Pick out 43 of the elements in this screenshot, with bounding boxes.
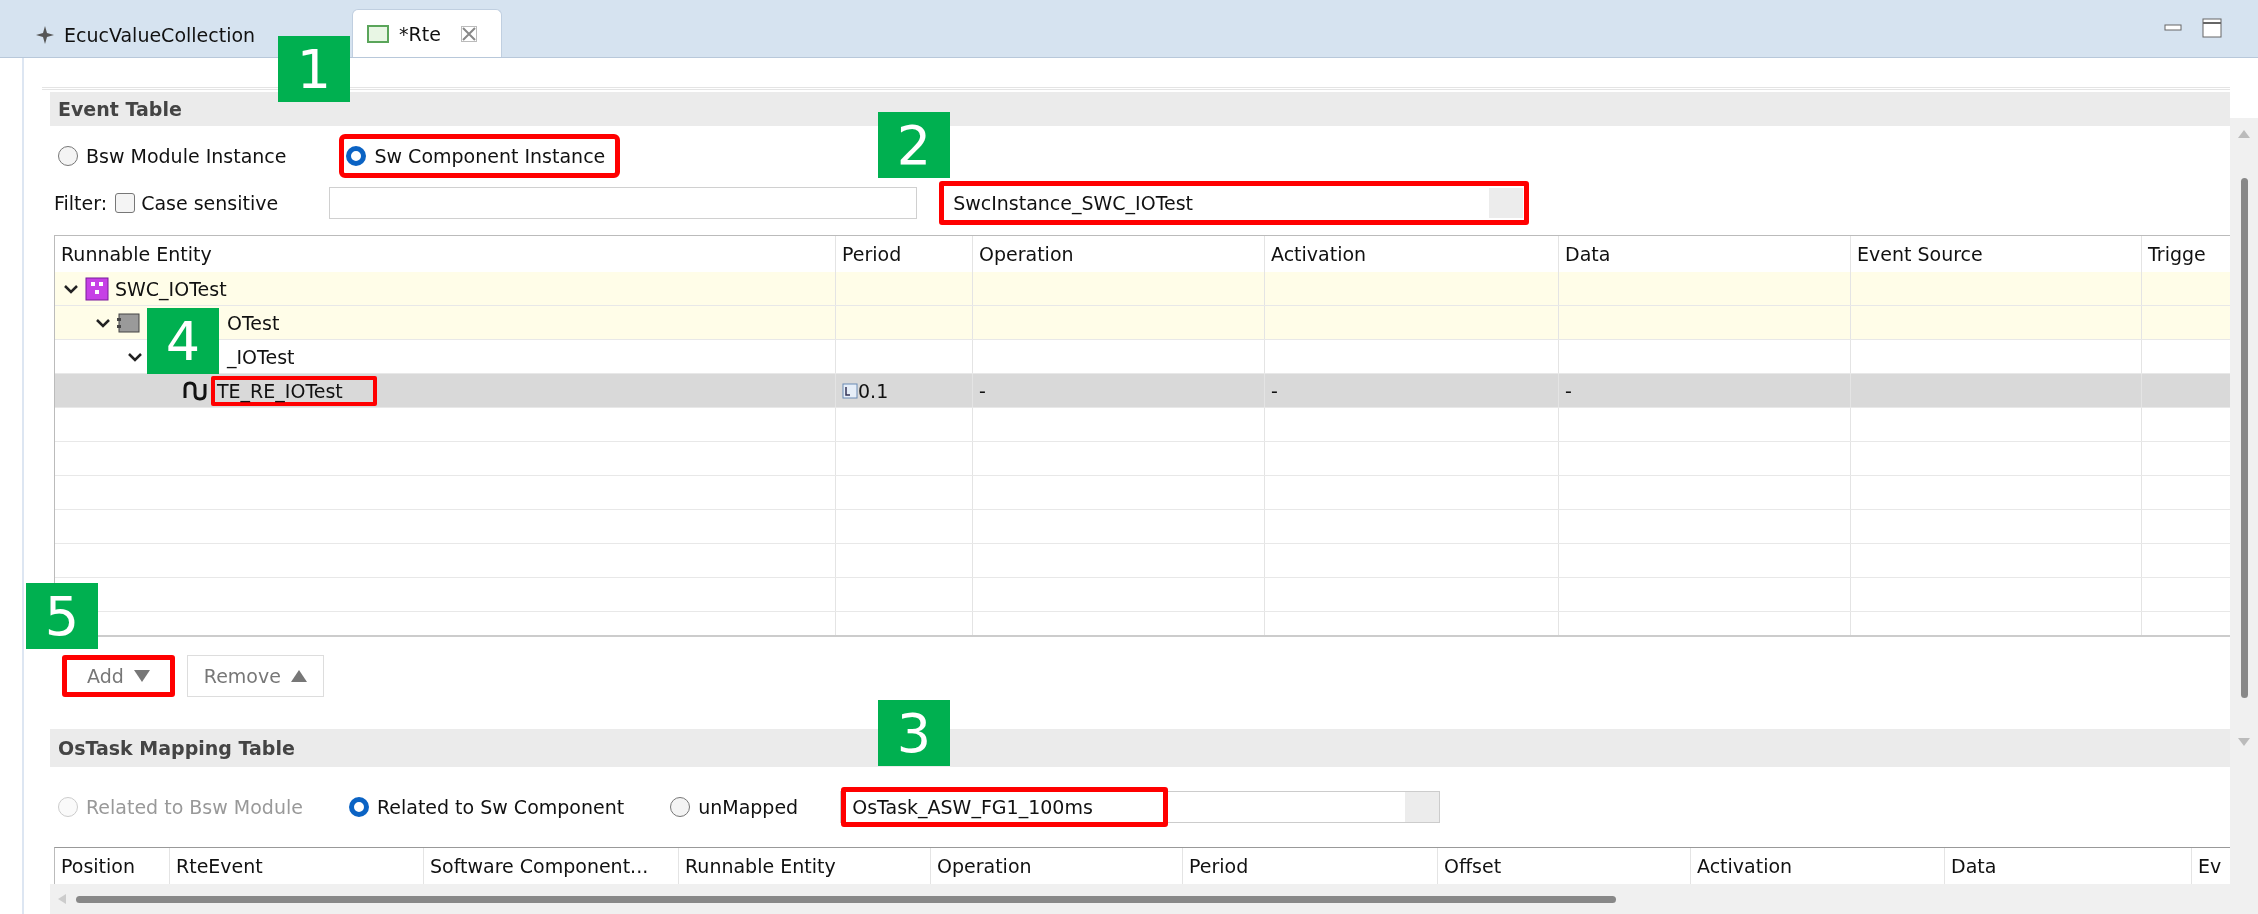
- scroll-down-icon[interactable]: [2238, 738, 2250, 746]
- table-cell: 0.1: [858, 379, 889, 402]
- close-icon[interactable]: [460, 25, 477, 42]
- step-badge: 4: [147, 308, 219, 374]
- timer-icon: [842, 382, 858, 399]
- table-button[interactable]: Remove: [186, 655, 324, 697]
- triangle-down-icon: [133, 670, 150, 682]
- window-icon: [367, 24, 389, 43]
- radio-option[interactable]: Bsw Module Instance: [54, 137, 299, 175]
- minimize-icon[interactable]: [2164, 23, 2182, 33]
- editor-tab[interactable]: *Rte: [352, 9, 502, 57]
- tree-label: SWC_IOTest: [114, 277, 228, 300]
- tree-row[interactable]: SWC_IOTest: [55, 272, 2230, 306]
- module-icon: [117, 311, 141, 334]
- table-button[interactable]: Add: [62, 655, 175, 697]
- table-cell: -: [1565, 379, 1572, 402]
- step-badge: 3: [878, 700, 950, 766]
- vertical-scrollbar[interactable]: [2230, 118, 2258, 914]
- triangle-up-icon: [290, 670, 307, 682]
- radio-option[interactable]: Sw Component Instance: [342, 137, 618, 175]
- table-cell: -: [979, 379, 986, 402]
- instance-field[interactable]: SwcInstance_SWC_IOTest: [939, 181, 1530, 225]
- tree-label: _IOTest: [225, 345, 296, 368]
- tree-label: TE_RE_IOTest: [211, 375, 377, 406]
- filter-field[interactable]: [329, 187, 918, 219]
- case-sensitive-checkbox[interactable]: Case sensitive: [115, 192, 316, 214]
- scroll-thumb[interactable]: [76, 895, 1616, 903]
- wave-icon: [183, 379, 207, 402]
- step-badge: 5: [26, 583, 98, 649]
- tree-label: OTest: [226, 311, 281, 334]
- scroll-thumb[interactable]: [2240, 178, 2248, 698]
- horizontal-scrollbar[interactable]: [50, 884, 2230, 914]
- maximize-icon[interactable]: [2202, 18, 2222, 38]
- tree-row[interactable]: TE_RE_IOTest 0.1 - - -: [55, 374, 2230, 408]
- step-badge: 1: [278, 36, 350, 102]
- table-cell: -: [1271, 379, 1278, 402]
- scroll-up-icon[interactable]: [2238, 130, 2250, 138]
- step-badge: 2: [878, 112, 950, 178]
- radio-option[interactable]: unMapped: [666, 788, 811, 826]
- filter-label: Filter:: [54, 192, 108, 214]
- radio-option[interactable]: Related to Sw Component: [344, 788, 637, 826]
- sparkle-icon: [36, 26, 54, 44]
- component-icon: [85, 276, 109, 301]
